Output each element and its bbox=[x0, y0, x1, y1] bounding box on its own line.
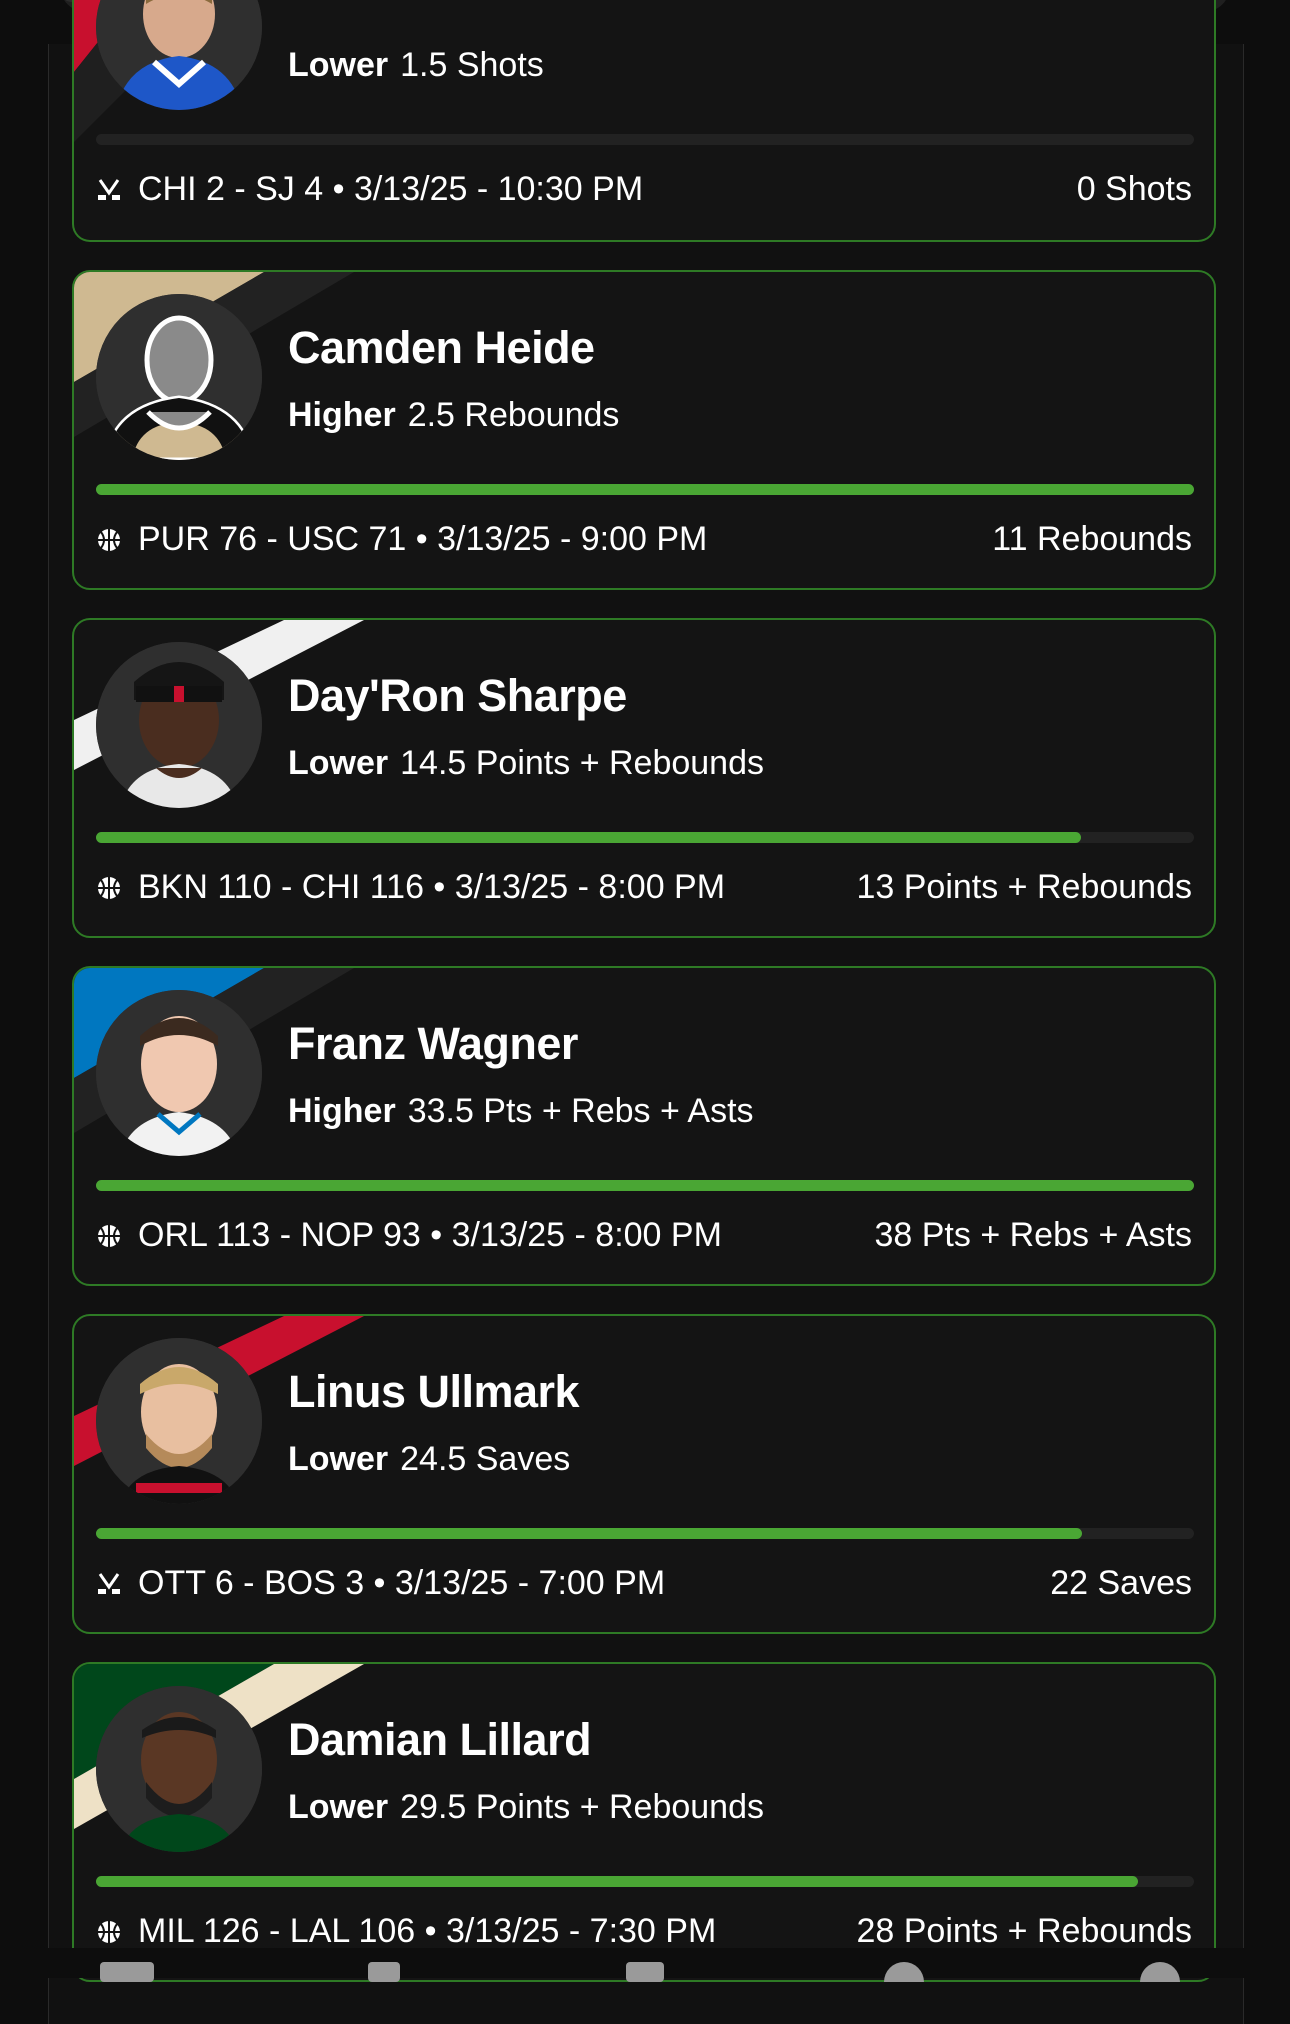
pick-card[interactable]: Day'Ron Sharpe Lower 14.5 Points + Reboun… bbox=[72, 618, 1216, 938]
progress-fill bbox=[96, 1528, 1082, 1539]
progress-track bbox=[96, 1180, 1194, 1191]
progress-track bbox=[96, 1528, 1194, 1539]
game-score: ORL 113 - NOP 93 • 3/13/25 - 8:00 PM bbox=[138, 1216, 722, 1254]
player-name: Franz Wagner bbox=[288, 1018, 578, 1069]
pick-card[interactable]: Lower 1.5 Shots CHI 2 - SJ 4 • 3/13/25 - … bbox=[72, 0, 1216, 242]
player-avatar bbox=[96, 642, 262, 808]
pick-direction: Lower bbox=[288, 744, 389, 782]
pick-direction: Higher bbox=[288, 396, 396, 434]
basketball-icon bbox=[98, 876, 120, 899]
pick-card[interactable]: Camden Heide Higher 2.5 Rebounds PUR 76 -… bbox=[72, 270, 1216, 590]
game-score: MIL 126 - LAL 106 • 3/13/25 - 7:30 PM bbox=[138, 1912, 717, 1950]
result-value: 11 Rebounds bbox=[992, 520, 1192, 558]
pick-card[interactable]: Franz Wagner Higher 33.5 Pts + Rebs + Ast… bbox=[72, 966, 1216, 1286]
pick-line: Higher 2.5 Rebounds bbox=[288, 396, 619, 435]
player-avatar bbox=[96, 294, 262, 460]
player-name: Damian Lillard bbox=[288, 1714, 592, 1765]
pick-card[interactable]: Linus Ullmark Lower 24.5 Saves OTT 6 - BO… bbox=[72, 1314, 1216, 1634]
pick-stat: 2.5 Rebounds bbox=[407, 396, 620, 434]
nav-tab-icon[interactable] bbox=[626, 1962, 664, 1982]
pick-line: Lower 29.5 Points + Rebounds bbox=[288, 1788, 764, 1827]
pick-stat: 14.5 Points + Rebounds bbox=[400, 744, 764, 782]
hockey-icon bbox=[98, 178, 120, 200]
progress-fill bbox=[96, 832, 1081, 843]
progress-track bbox=[96, 134, 1194, 145]
basketball-icon bbox=[98, 1224, 120, 1247]
player-name: Day'Ron Sharpe bbox=[288, 670, 627, 721]
pick-direction: Lower bbox=[288, 46, 389, 84]
player-avatar bbox=[96, 1686, 262, 1852]
result-value: 38 Pts + Rebs + Asts bbox=[874, 1216, 1192, 1254]
pick-stat: 29.5 Points + Rebounds bbox=[400, 1788, 764, 1826]
game-score: PUR 76 - USC 71 • 3/13/25 - 9:00 PM bbox=[138, 520, 708, 558]
pick-card[interactable]: Damian Lillard Lower 29.5 Points + Reboun… bbox=[72, 1662, 1216, 1982]
progress-fill bbox=[96, 1876, 1138, 1887]
result-value: 22 Saves bbox=[1050, 1564, 1192, 1602]
result-value: 28 Points + Rebounds bbox=[856, 1912, 1192, 1950]
pick-line: Higher 33.5 Pts + Rebs + Asts bbox=[288, 1092, 754, 1131]
game-score: CHI 2 - SJ 4 • 3/13/25 - 10:30 PM bbox=[138, 170, 644, 208]
pick-line: Lower 14.5 Points + Rebounds bbox=[288, 744, 764, 783]
game-score: OTT 6 - BOS 3 • 3/13/25 - 7:00 PM bbox=[138, 1564, 666, 1602]
progress-fill bbox=[96, 484, 1194, 495]
pick-stat: 1.5 Shots bbox=[400, 46, 544, 84]
game-info: CHI 2 - SJ 4 • 3/13/25 - 10:30 PM bbox=[96, 170, 643, 209]
nav-tab-icon[interactable] bbox=[100, 1962, 154, 1982]
game-score: BKN 110 - CHI 116 • 3/13/25 - 8:00 PM bbox=[138, 868, 726, 906]
pick-direction: Lower bbox=[288, 1440, 389, 1478]
progress-track bbox=[96, 832, 1194, 843]
game-info: PUR 76 - USC 71 • 3/13/25 - 9:00 PM bbox=[96, 520, 707, 559]
hockey-icon bbox=[98, 1572, 120, 1594]
progress-fill bbox=[96, 1180, 1194, 1191]
result-value: 13 Points + Rebounds bbox=[856, 868, 1192, 906]
pick-direction: Higher bbox=[288, 1092, 396, 1130]
progress-track bbox=[96, 484, 1194, 495]
basketball-icon bbox=[98, 528, 120, 551]
pick-direction: Lower bbox=[288, 1788, 389, 1826]
progress-track bbox=[96, 1876, 1194, 1887]
pick-stat: 33.5 Pts + Rebs + Asts bbox=[407, 1092, 754, 1130]
player-name: Linus Ullmark bbox=[288, 1366, 580, 1417]
game-info: OTT 6 - BOS 3 • 3/13/25 - 7:00 PM bbox=[96, 1564, 665, 1603]
pick-line: Lower 24.5 Saves bbox=[288, 1440, 570, 1479]
pick-stat: 24.5 Saves bbox=[400, 1440, 571, 1478]
basketball-icon bbox=[98, 1920, 120, 1943]
game-info: ORL 113 - NOP 93 • 3/13/25 - 8:00 PM bbox=[96, 1216, 722, 1255]
player-avatar bbox=[96, 1338, 262, 1504]
game-info: MIL 126 - LAL 106 • 3/13/25 - 7:30 PM bbox=[96, 1912, 716, 1951]
nav-tab-icon[interactable] bbox=[368, 1962, 400, 1982]
player-avatar bbox=[96, 990, 262, 1156]
game-info: BKN 110 - CHI 116 • 3/13/25 - 8:00 PM bbox=[96, 868, 725, 907]
result-value: 0 Shots bbox=[1076, 170, 1192, 208]
pick-line: Lower 1.5 Shots bbox=[288, 46, 544, 85]
player-name: Camden Heide bbox=[288, 322, 595, 373]
